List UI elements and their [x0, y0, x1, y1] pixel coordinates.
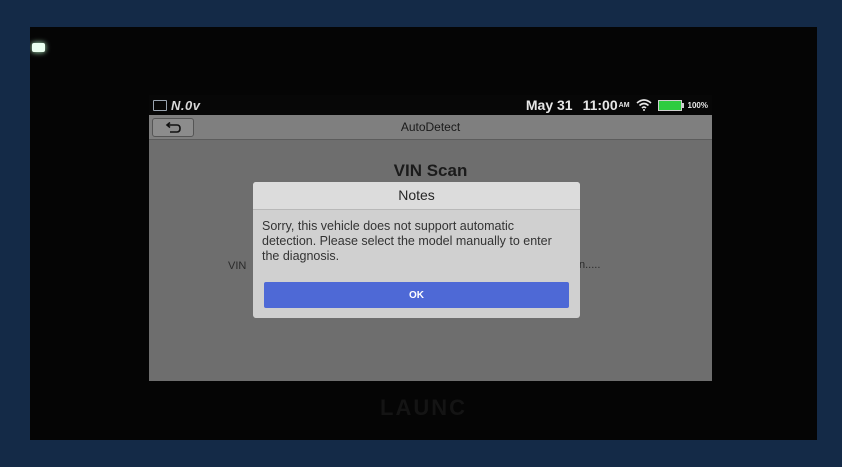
vin-label: VIN [228, 260, 247, 272]
dialog-title: Notes [253, 182, 580, 210]
status-brand: N.0v [171, 98, 201, 113]
power-led [32, 43, 45, 52]
dialog-message: Sorry, this vehicle does not support aut… [262, 219, 552, 263]
obscured-text: n..... [579, 259, 601, 271]
device-brand: LAUNC [380, 395, 467, 420]
ok-button[interactable]: OK [264, 282, 569, 308]
wifi-icon [636, 99, 652, 111]
status-right: May 31 11:00 AM 100% [526, 97, 708, 113]
status-date: May 31 [525, 97, 573, 113]
status-bar: N.0v May 31 11:00 AM 100% [149, 95, 712, 115]
status-time: 11:00 [582, 97, 618, 113]
vin-scan-heading: VIN Scan [393, 161, 468, 180]
device-photo: N.0v May 31 11:00 AM 100% AutoDetect VIN… [30, 27, 817, 440]
page-title: AutoDetect [400, 120, 461, 134]
status-ampm: AM [618, 101, 630, 109]
status-left: N.0v [153, 98, 200, 113]
battery-percent: 100% [687, 100, 708, 110]
battery-icon [657, 99, 684, 111]
title-bar: AutoDetect [149, 115, 712, 140]
notes-dialog: Notes Sorry, this vehicle does not suppo… [253, 182, 580, 318]
image-icon [153, 100, 167, 111]
device-screen: N.0v May 31 11:00 AM 100% AutoDetect VIN… [149, 95, 712, 381]
